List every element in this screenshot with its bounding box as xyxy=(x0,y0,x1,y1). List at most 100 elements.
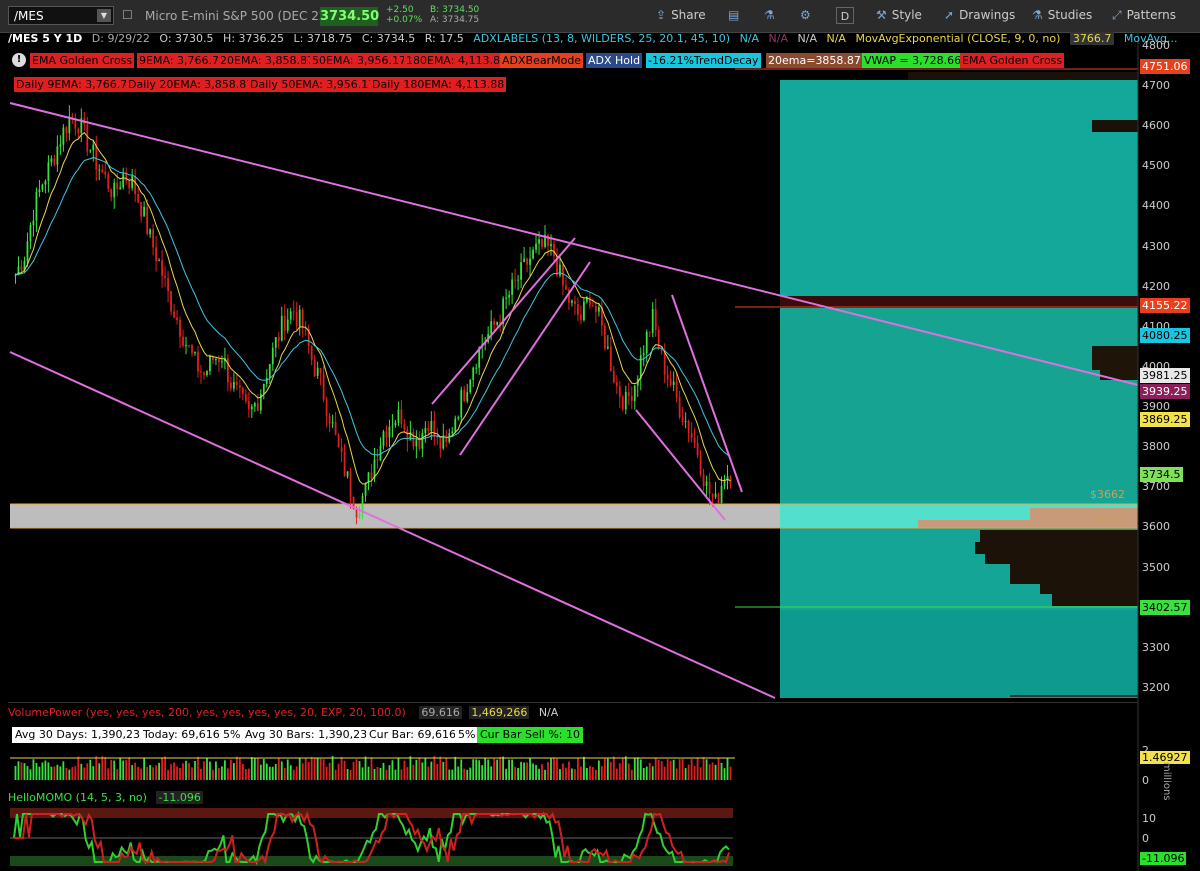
momo-header: HelloMOMO (14, 5, 3, no) -11.096 xyxy=(8,791,203,804)
candle-body xyxy=(421,433,424,449)
daily-ema50-label: Daily 50EMA: 3,956.17 xyxy=(248,77,378,92)
volume-bar xyxy=(382,762,385,780)
candle-body xyxy=(612,370,615,383)
candle-body xyxy=(457,417,460,419)
momo-axis-10: 10 xyxy=(1142,812,1156,825)
volume-bar xyxy=(26,766,29,780)
volume-bar xyxy=(639,759,642,780)
candle-body xyxy=(651,309,654,333)
volume-bar xyxy=(38,766,41,780)
volume-bar xyxy=(152,767,155,780)
candle-body xyxy=(430,421,433,431)
volume-study[interactable]: VolumePower (yes, yes, yes, 200, yes, ye… xyxy=(8,706,406,719)
movavg-study[interactable]: MovAvgExponential (CLOSE, 9, 0, no) xyxy=(855,32,1060,45)
volume-bar xyxy=(523,762,525,780)
volume-bar xyxy=(586,767,588,780)
candle-body xyxy=(520,262,522,280)
candle-body xyxy=(110,189,113,198)
candle-body xyxy=(206,371,208,376)
candle-body xyxy=(271,347,274,365)
candle-body xyxy=(173,311,175,318)
volume-bar xyxy=(14,765,17,780)
volume-bar xyxy=(430,761,433,780)
volume-bar xyxy=(185,760,187,780)
volume-bar xyxy=(53,766,56,780)
volume-bar xyxy=(215,761,217,780)
volume-bar xyxy=(337,763,340,780)
volume-bar xyxy=(200,768,202,780)
volume-bar xyxy=(624,756,627,780)
candle-body xyxy=(394,422,397,426)
candle-body xyxy=(645,331,648,354)
candle-body xyxy=(505,297,508,299)
volume-bar xyxy=(571,768,573,780)
ema20-b-label: 20ema=3858.87 xyxy=(766,53,863,68)
candle-body xyxy=(663,351,666,375)
volume-bar xyxy=(493,758,496,780)
price-tick: 3500 xyxy=(1142,560,1170,574)
volume-bar xyxy=(603,758,606,780)
volume-bars xyxy=(14,756,732,780)
volume-header: VolumePower (yes, yes, yes, 200, yes, ye… xyxy=(8,706,558,719)
candle-body xyxy=(708,481,711,494)
volume-bar xyxy=(274,764,277,780)
price-tick: 4800 xyxy=(1142,39,1170,52)
momo-study[interactable]: HelloMOMO (14, 5, 3, no) xyxy=(8,791,147,804)
candle-body xyxy=(235,381,238,386)
header-row: /MES 5 Y 1D D: 9/29/22 O: 3730.5 H: 3736… xyxy=(8,32,1177,45)
alert-icon[interactable]: ! xyxy=(12,53,26,67)
candle-body xyxy=(113,182,116,198)
volume-bar xyxy=(349,769,352,780)
candle-body xyxy=(331,422,334,424)
candle-body xyxy=(648,331,651,333)
candle-body xyxy=(451,431,454,434)
candle-body xyxy=(232,381,235,389)
candle-body xyxy=(47,162,50,181)
candle-body xyxy=(107,174,110,190)
volume-bar xyxy=(406,767,409,780)
volume-bar xyxy=(41,762,44,780)
volume-bar xyxy=(442,761,445,780)
volume-bar xyxy=(29,769,32,780)
today-volume: Today: 69,616 xyxy=(140,727,223,743)
price-label: 4080.25 xyxy=(1140,327,1190,343)
volume-bar xyxy=(179,767,181,780)
volume-bar xyxy=(125,759,128,780)
volume-bar xyxy=(113,760,116,780)
candle-body xyxy=(241,387,244,395)
candle-body xyxy=(391,425,394,427)
volume-bar xyxy=(559,769,561,780)
price-tick: 4300 xyxy=(1142,239,1170,253)
candle-body xyxy=(630,396,633,401)
candle-body xyxy=(639,355,642,379)
candle-body xyxy=(26,241,29,261)
volume-bar xyxy=(615,768,618,780)
volume-bar xyxy=(280,761,283,780)
candle-body xyxy=(583,301,585,321)
volume-bar xyxy=(122,760,125,780)
candle-body xyxy=(717,493,720,504)
na-value: N/A xyxy=(739,32,760,45)
ema20-label: 20EMA: 3,858.87 xyxy=(218,53,316,68)
candle-body xyxy=(469,379,472,393)
price-label: 3734.5 xyxy=(1140,466,1183,482)
volume-bar xyxy=(95,756,98,780)
candle-body xyxy=(164,275,166,278)
volume-bar xyxy=(155,765,157,780)
volume-bar xyxy=(648,762,651,780)
volume-bar xyxy=(630,769,633,780)
volume-bar xyxy=(227,768,229,780)
candle-body xyxy=(627,392,630,397)
volume-bar xyxy=(460,759,463,780)
candle-body xyxy=(400,409,403,424)
volume-bar xyxy=(191,767,193,780)
adx-study[interactable]: ADXLABELS (13, 8, WILDERS, 25, 20.1, 45,… xyxy=(473,32,730,45)
volume-bar xyxy=(469,767,472,780)
volume-bar xyxy=(720,762,723,780)
volume-bar xyxy=(717,758,720,780)
candle-body xyxy=(170,291,172,312)
volume-bar xyxy=(352,761,355,780)
price-label: 3939.25 xyxy=(1140,384,1190,400)
volume-bar xyxy=(203,761,205,780)
volume-bar xyxy=(283,768,286,780)
